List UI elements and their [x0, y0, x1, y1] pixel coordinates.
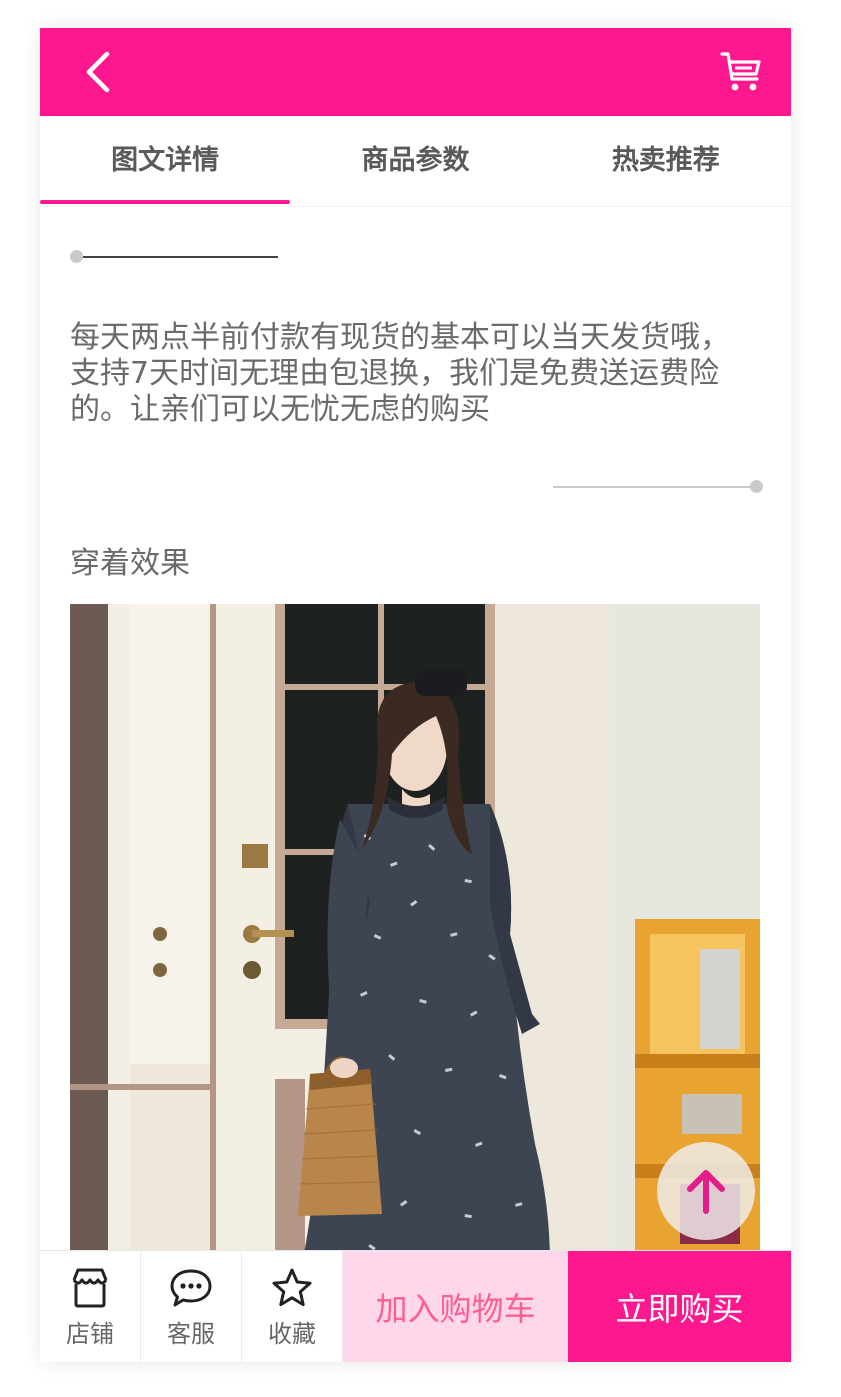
app-frame: 图文详情 商品参数 热卖推荐 每天两点半前付款有现货的基本可以当天发货哦，支持7… — [40, 28, 791, 1362]
chat-bubble-icon — [169, 1266, 213, 1310]
favorite-label: 收藏 — [268, 1319, 316, 1348]
star-icon — [270, 1266, 314, 1310]
tab-parameters[interactable]: 商品参数 — [290, 116, 540, 206]
divider-line — [80, 256, 278, 258]
tab-detail[interactable]: 图文详情 — [40, 116, 291, 206]
cart-button[interactable] — [715, 46, 767, 98]
add-to-cart-button[interactable]: 加入购物车 — [343, 1251, 568, 1362]
product-photo — [70, 604, 760, 1264]
section-title: 穿着效果 — [70, 546, 190, 581]
arrow-up-icon — [687, 1170, 725, 1214]
customer-service-label: 客服 — [167, 1319, 215, 1348]
back-to-top-button[interactable] — [657, 1142, 755, 1240]
divider-decoration-left — [70, 250, 280, 264]
customer-service-button[interactable]: 客服 — [141, 1251, 242, 1362]
divider-decoration-right — [553, 480, 763, 494]
shop-button[interactable]: 店铺 — [40, 1251, 141, 1362]
chevron-left-icon — [86, 51, 110, 93]
bottom-action-bar: 店铺 客服 收藏 加入购物车 立即购买 — [40, 1250, 791, 1362]
back-button[interactable] — [70, 44, 126, 100]
product-photo-illustration — [70, 604, 760, 1264]
header-bar — [40, 28, 791, 116]
divider-dot — [750, 480, 763, 493]
store-icon — [68, 1266, 112, 1310]
shopping-cart-icon — [720, 52, 761, 91]
divider-line — [553, 486, 753, 488]
favorite-button[interactable]: 收藏 — [242, 1251, 343, 1362]
tab-hot-recommend[interactable]: 热卖推荐 — [541, 116, 791, 206]
tab-bar: 图文详情 商品参数 热卖推荐 — [40, 116, 791, 207]
shop-label: 店铺 — [66, 1319, 114, 1348]
intro-text: 每天两点半前付款有现货的基本可以当天发货哦，支持7天时间无理由包退换，我们是免费… — [70, 320, 730, 427]
buy-now-button[interactable]: 立即购买 — [568, 1251, 791, 1362]
divider-dot — [70, 250, 83, 263]
